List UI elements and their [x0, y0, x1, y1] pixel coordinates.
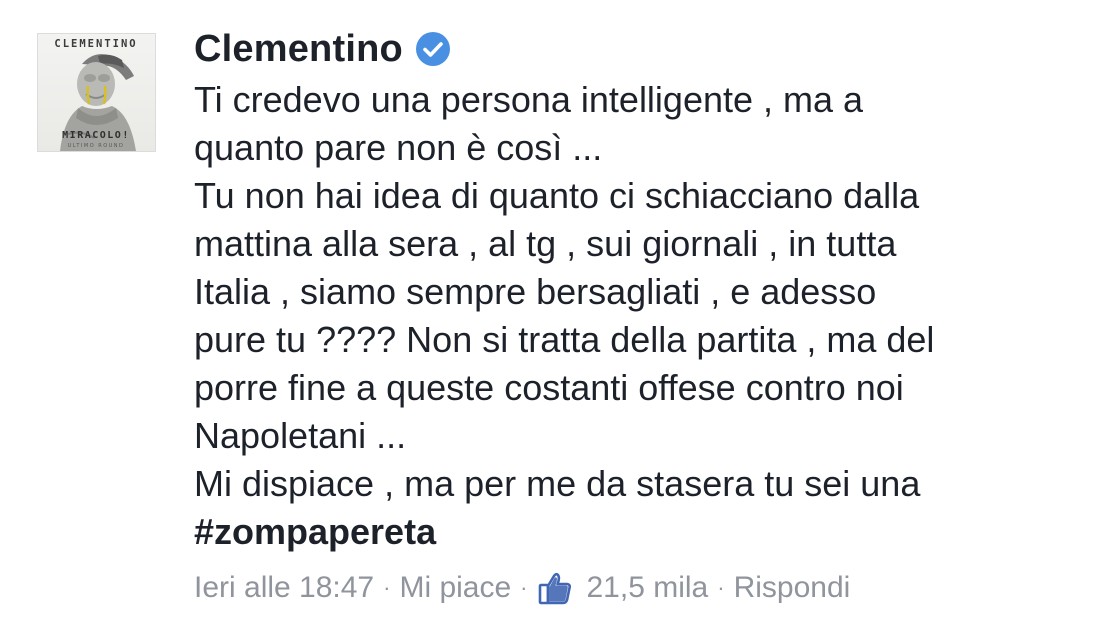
comment-actions: Ieri alle 18:47 · Mi piace · 21,5 mila ·…	[194, 570, 850, 606]
hashtag-link[interactable]: #zompapereta	[194, 508, 1094, 556]
avatar-subtitle: MIRACOLO!	[62, 130, 130, 141]
thumbs-up-icon	[537, 570, 573, 606]
comment-line: mattina alla sera , al tg , sui giornali…	[194, 223, 897, 264]
comment-line: Mi dispiace , ma per me da stasera tu se…	[194, 463, 921, 504]
comment-line: Ti credevo una persona intelligente , ma…	[194, 79, 864, 120]
avatar-title: CLEMENTINO	[54, 38, 137, 50]
avatar-caption: ULTIMO ROUND	[68, 143, 125, 149]
like-count[interactable]: 21,5 mila	[587, 571, 709, 605]
verified-badge-icon	[415, 31, 451, 67]
comment: CLEMENTINO MIRACOLO! ULTIMO ROUND Clemen…	[0, 0, 1119, 625]
timestamp-link[interactable]: Ieri alle 18:47	[194, 571, 374, 605]
separator: ·	[383, 575, 391, 600]
comment-line: pure tu ???? Non si tratta della partita…	[194, 319, 935, 360]
separator: ·	[520, 575, 528, 600]
reply-button[interactable]: Rispondi	[734, 571, 851, 605]
comment-line: quanto pare non è così ...	[194, 127, 603, 168]
album-cover-image: CLEMENTINO MIRACOLO! ULTIMO ROUND	[54, 38, 137, 151]
comment-content: Clementino Ti credevo una persona intell…	[194, 24, 1094, 556]
avatar[interactable]: CLEMENTINO MIRACOLO! ULTIMO ROUND	[37, 33, 156, 152]
comment-line: Napoletani ...	[194, 415, 407, 456]
author-row: Clementino	[194, 24, 1094, 74]
comment-line: Tu non hai idea di quanto ci schiacciano…	[194, 175, 920, 216]
separator: ·	[717, 575, 725, 600]
comment-line: porre fine a queste costanti offese cont…	[194, 367, 904, 408]
comment-body: Ti credevo una persona intelligente , ma…	[194, 76, 1094, 556]
like-button[interactable]: Mi piace	[399, 571, 511, 605]
comment-line: Italia , siamo sempre bersagliati , e ad…	[194, 271, 877, 312]
author-name[interactable]: Clementino	[194, 28, 403, 71]
